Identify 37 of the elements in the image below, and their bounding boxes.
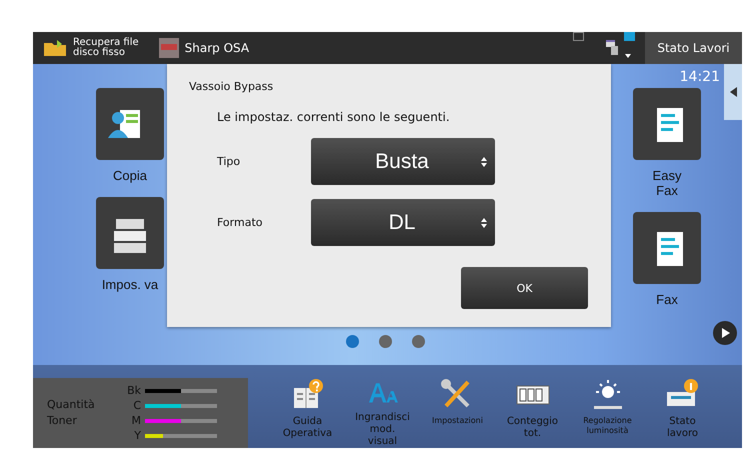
toner-color-label: Y bbox=[133, 429, 141, 442]
toner-color-label: M bbox=[130, 414, 141, 427]
hdd-button[interactable]: Recupera file disco fisso bbox=[33, 32, 149, 64]
job-status-button[interactable]: Stato Lavori bbox=[645, 32, 742, 64]
clock: 14:21 bbox=[680, 69, 720, 85]
page-dot[interactable] bbox=[346, 335, 359, 348]
app-tile[interactable] bbox=[96, 197, 164, 269]
folder-icon bbox=[43, 39, 67, 57]
field-label: Formato bbox=[217, 216, 264, 229]
app-tile[interactable] bbox=[633, 212, 701, 284]
toner-label: Quantità Toner bbox=[47, 397, 96, 429]
dialog-message: Le impostaz. correnti sono le seguenti. bbox=[217, 110, 451, 124]
app-button[interactable]: Sharp OSA bbox=[148, 32, 260, 64]
dropdown[interactable]: Busta bbox=[311, 138, 495, 185]
page-dot[interactable] bbox=[379, 335, 392, 348]
tile-label: Fax bbox=[656, 292, 678, 307]
tile-label: Easy Fax bbox=[652, 168, 682, 198]
dropdown[interactable]: DL bbox=[311, 199, 495, 246]
app-tile[interactable] bbox=[633, 88, 701, 160]
tile-label: Copia bbox=[113, 168, 147, 183]
left-triangle-icon bbox=[730, 87, 736, 97]
dialog-title: Vassoio Bypass bbox=[189, 80, 274, 93]
side-panel-tab[interactable] bbox=[724, 64, 742, 120]
play-icon bbox=[722, 328, 730, 338]
field-label: Tipo bbox=[217, 155, 242, 168]
toner-color-label: C bbox=[132, 399, 141, 412]
caret-icon bbox=[625, 54, 631, 58]
next-page-button[interactable] bbox=[713, 321, 737, 345]
tile-label: Impos. va bbox=[102, 277, 158, 292]
ok-button[interactable]: OK bbox=[461, 267, 588, 309]
app-logo-icon bbox=[158, 38, 179, 58]
tray-icon bbox=[605, 40, 619, 56]
updown-arrows-icon bbox=[481, 156, 487, 166]
app-tile[interactable] bbox=[96, 88, 164, 160]
toner-color-label: Bk bbox=[126, 384, 141, 397]
updown-arrows-icon bbox=[481, 218, 487, 228]
page-dot[interactable] bbox=[412, 335, 425, 348]
